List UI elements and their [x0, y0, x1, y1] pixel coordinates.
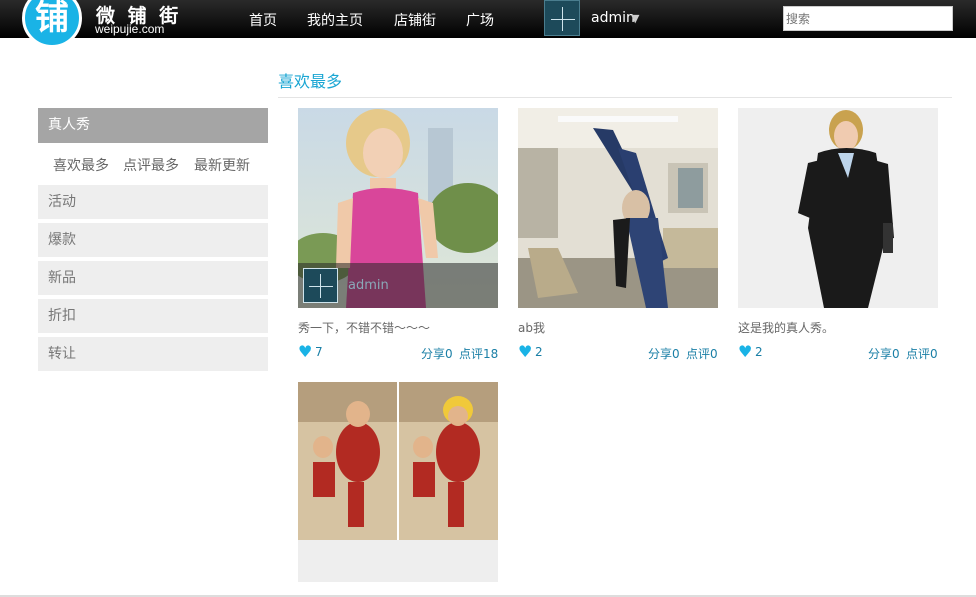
like-count: 2: [755, 345, 763, 359]
share-button[interactable]: 分享0: [421, 345, 453, 362]
post-author-overlay[interactable]: admin: [298, 263, 498, 308]
like-heart-icon[interactable]: ♥: [518, 342, 532, 361]
post-image[interactable]: [298, 382, 498, 582]
like-heart-icon[interactable]: ♥: [298, 342, 312, 361]
photo-businesswoman: [738, 108, 938, 308]
post-caption: 秀一下，不错不错～～～: [298, 321, 431, 335]
author-name[interactable]: admin: [348, 278, 389, 293]
share-button[interactable]: 分享0: [868, 345, 900, 362]
nav-home[interactable]: 首页: [249, 10, 277, 30]
user-name[interactable]: admin: [591, 10, 635, 26]
sidebar-item-new[interactable]: 新品: [38, 261, 268, 295]
photo-fighting-scene: [298, 382, 498, 540]
logo-domain[interactable]: weipujie.com: [95, 22, 164, 36]
comment-button[interactable]: 点评0: [686, 345, 718, 362]
sidebar-item-real-show[interactable]: 真人秀: [38, 108, 268, 143]
nav-my-page[interactable]: 我的主页: [307, 10, 363, 30]
post-caption: ab我: [518, 321, 545, 335]
like-count: 7: [315, 345, 323, 359]
sidebar-item-hot[interactable]: 爆款: [38, 223, 268, 257]
post-caption: 这是我的真人秀。: [738, 321, 835, 335]
nav-plaza[interactable]: 广场: [466, 10, 494, 30]
comment-button[interactable]: 点评0: [906, 345, 938, 362]
author-avatar[interactable]: [303, 268, 338, 303]
logo-icon[interactable]: 铺: [22, 0, 82, 48]
nav-shop-street[interactable]: 店铺街: [394, 10, 436, 30]
top-navbar: 铺 微 铺 街 weipujie.com 首页 我的主页 店铺街 广场 admi…: [0, 0, 976, 48]
comment-button[interactable]: 点评18: [459, 345, 498, 362]
section-divider: [278, 97, 952, 98]
search-input[interactable]: [783, 6, 953, 31]
chevron-down-icon[interactable]: ▼: [631, 12, 639, 25]
post-image[interactable]: admin: [298, 108, 498, 308]
user-avatar[interactable]: [544, 0, 580, 36]
like-count: 2: [535, 345, 543, 359]
sidebar-item-activity[interactable]: 活动: [38, 185, 268, 219]
subtab-most-reviewed[interactable]: 点评最多: [123, 155, 179, 175]
subtab-most-liked[interactable]: 喜欢最多: [53, 155, 109, 175]
share-button[interactable]: 分享0: [648, 345, 680, 362]
section-title: 喜欢最多: [278, 72, 343, 91]
like-heart-icon[interactable]: ♥: [738, 342, 752, 361]
sidebar-item-discount[interactable]: 折扣: [38, 299, 268, 333]
photo-subway-stretch: [518, 108, 718, 308]
post-image[interactable]: [518, 108, 718, 308]
subtab-latest[interactable]: 最新更新: [194, 155, 250, 175]
post-image[interactable]: [738, 108, 938, 308]
sidebar-item-transfer[interactable]: 转让: [38, 337, 268, 371]
